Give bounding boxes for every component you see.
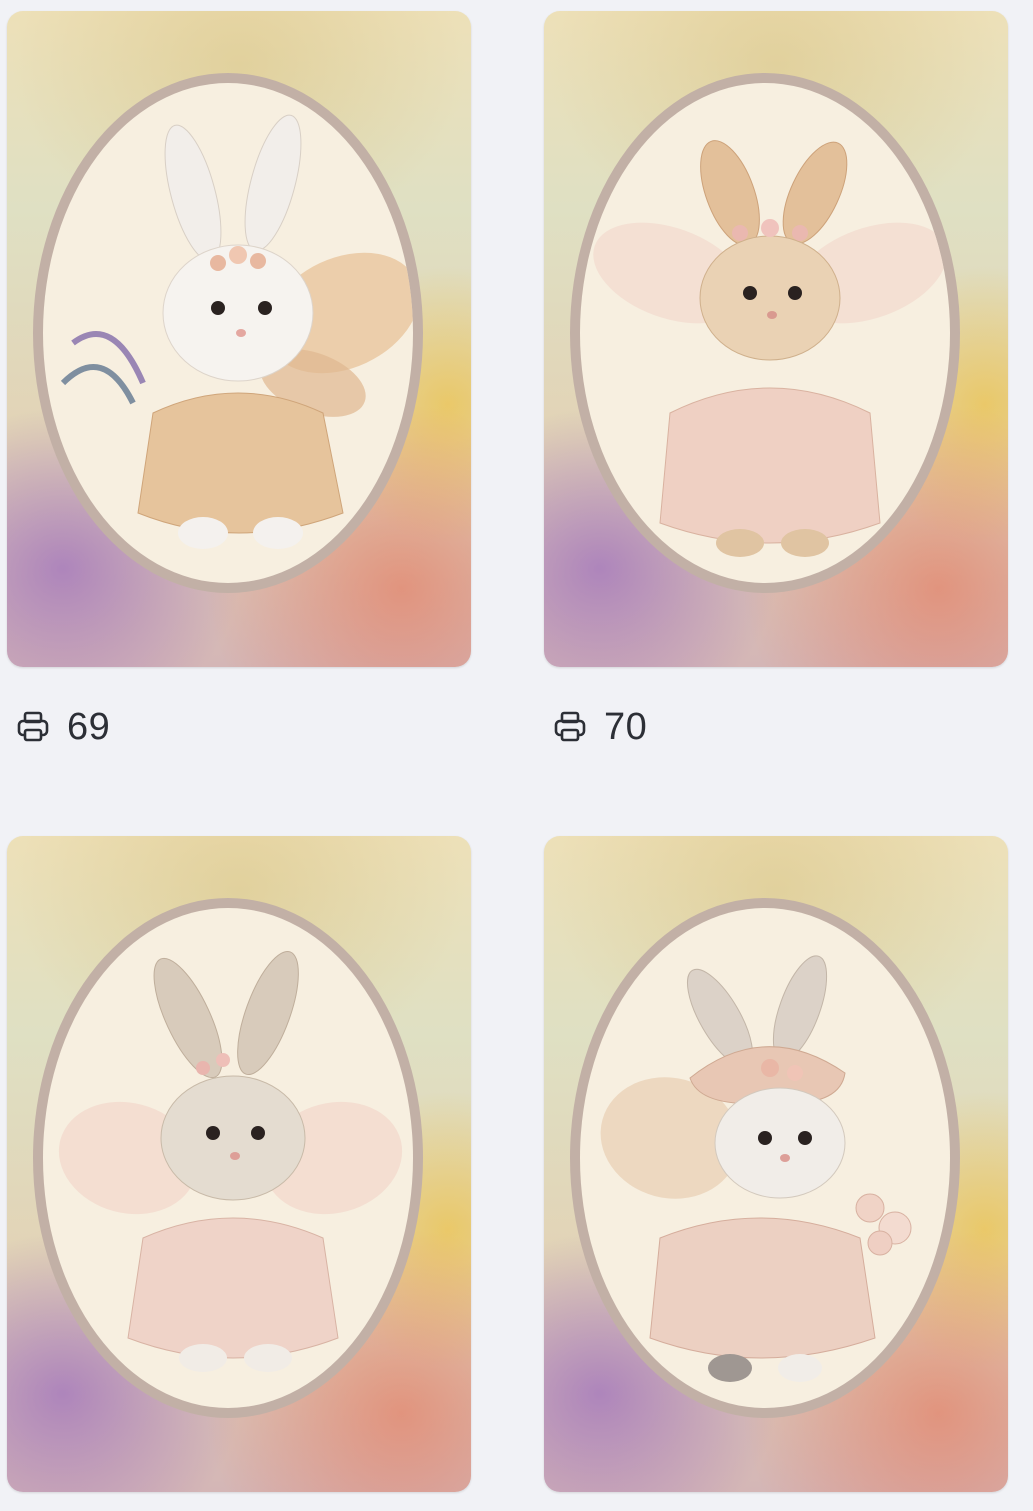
fairy-bunny-illustration [60,114,413,549]
oval-frame [570,898,960,1418]
card-thumbnail[interactable] [7,836,471,1492]
card-thumbnail[interactable] [7,11,471,667]
oval-frame-inner [580,83,950,583]
fairy-bunny-illustration [593,140,947,557]
printable-card [544,836,1008,1492]
print-count: 70 [604,705,648,748]
printer-icon[interactable] [552,709,588,745]
oval-frame-inner [43,83,413,583]
oval-frame [570,73,960,593]
oval-frame [33,73,423,593]
card-thumbnail[interactable] [544,836,1008,1492]
card-thumbnail[interactable] [544,11,1008,667]
printable-card [7,836,471,1492]
printable-card: 70 [544,11,1008,748]
card-meta: 69 [15,705,110,749]
fairy-bunny-illustration [600,955,912,1382]
print-count: 69 [67,705,111,748]
printables-grid: 69 70 [0,0,1033,1511]
oval-frame-inner [580,908,950,1408]
oval-frame-inner [43,908,413,1408]
card-meta: 70 [552,705,647,749]
oval-frame [33,898,423,1418]
fairy-bunny-illustration [58,950,403,1372]
printable-card: 69 [7,11,471,748]
printer-icon[interactable] [15,709,51,745]
